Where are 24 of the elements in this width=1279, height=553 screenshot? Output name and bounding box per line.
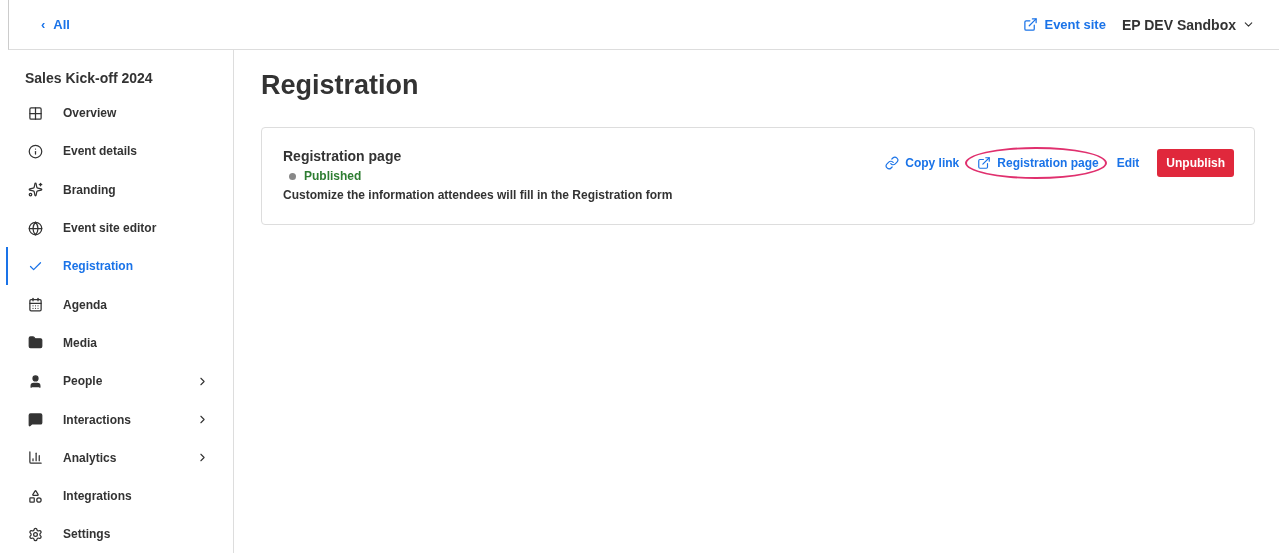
sidebar-item[interactable]: Media: [6, 323, 233, 363]
sidebar-item[interactable]: Registration: [6, 247, 233, 286]
event-site-link[interactable]: Event site: [1023, 17, 1106, 32]
sidebar-item[interactable]: People: [6, 362, 233, 401]
edit-link[interactable]: Edit: [1116, 156, 1140, 170]
registration-page-link[interactable]: Registration page: [977, 156, 1099, 170]
account-dropdown[interactable]: EP DEV Sandbox: [1121, 16, 1255, 33]
event-title: Sales Kick-off 2024: [24, 69, 154, 88]
sidebar-item[interactable]: Analytics: [6, 438, 233, 477]
page-title: Registration: [261, 70, 420, 101]
sidebar-item[interactable]: Branding: [6, 170, 233, 209]
sidebar-item[interactable]: Event site editor: [6, 208, 233, 248]
copy-link[interactable]: Copy link: [885, 156, 960, 170]
sidebar-item[interactable]: Event details: [6, 132, 233, 171]
sidebar-item[interactable]: Integrations: [6, 476, 233, 516]
card-description: Customize the information attendees will fill in the Registration form: [283, 188, 674, 202]
sidebar-item[interactable]: Overview: [6, 94, 233, 133]
sidebar-item[interactable]: Agenda: [6, 285, 233, 324]
sidebar-item[interactable]: Settings: [6, 515, 233, 553]
unpublish-button[interactable]: Unpublish: [1157, 149, 1234, 177]
card-title: Registration page: [283, 148, 403, 164]
back-link[interactable]: ‹ All: [41, 17, 70, 32]
sidebar-item[interactable]: Interactions: [6, 400, 233, 439]
status-text: Published: [304, 169, 362, 183]
